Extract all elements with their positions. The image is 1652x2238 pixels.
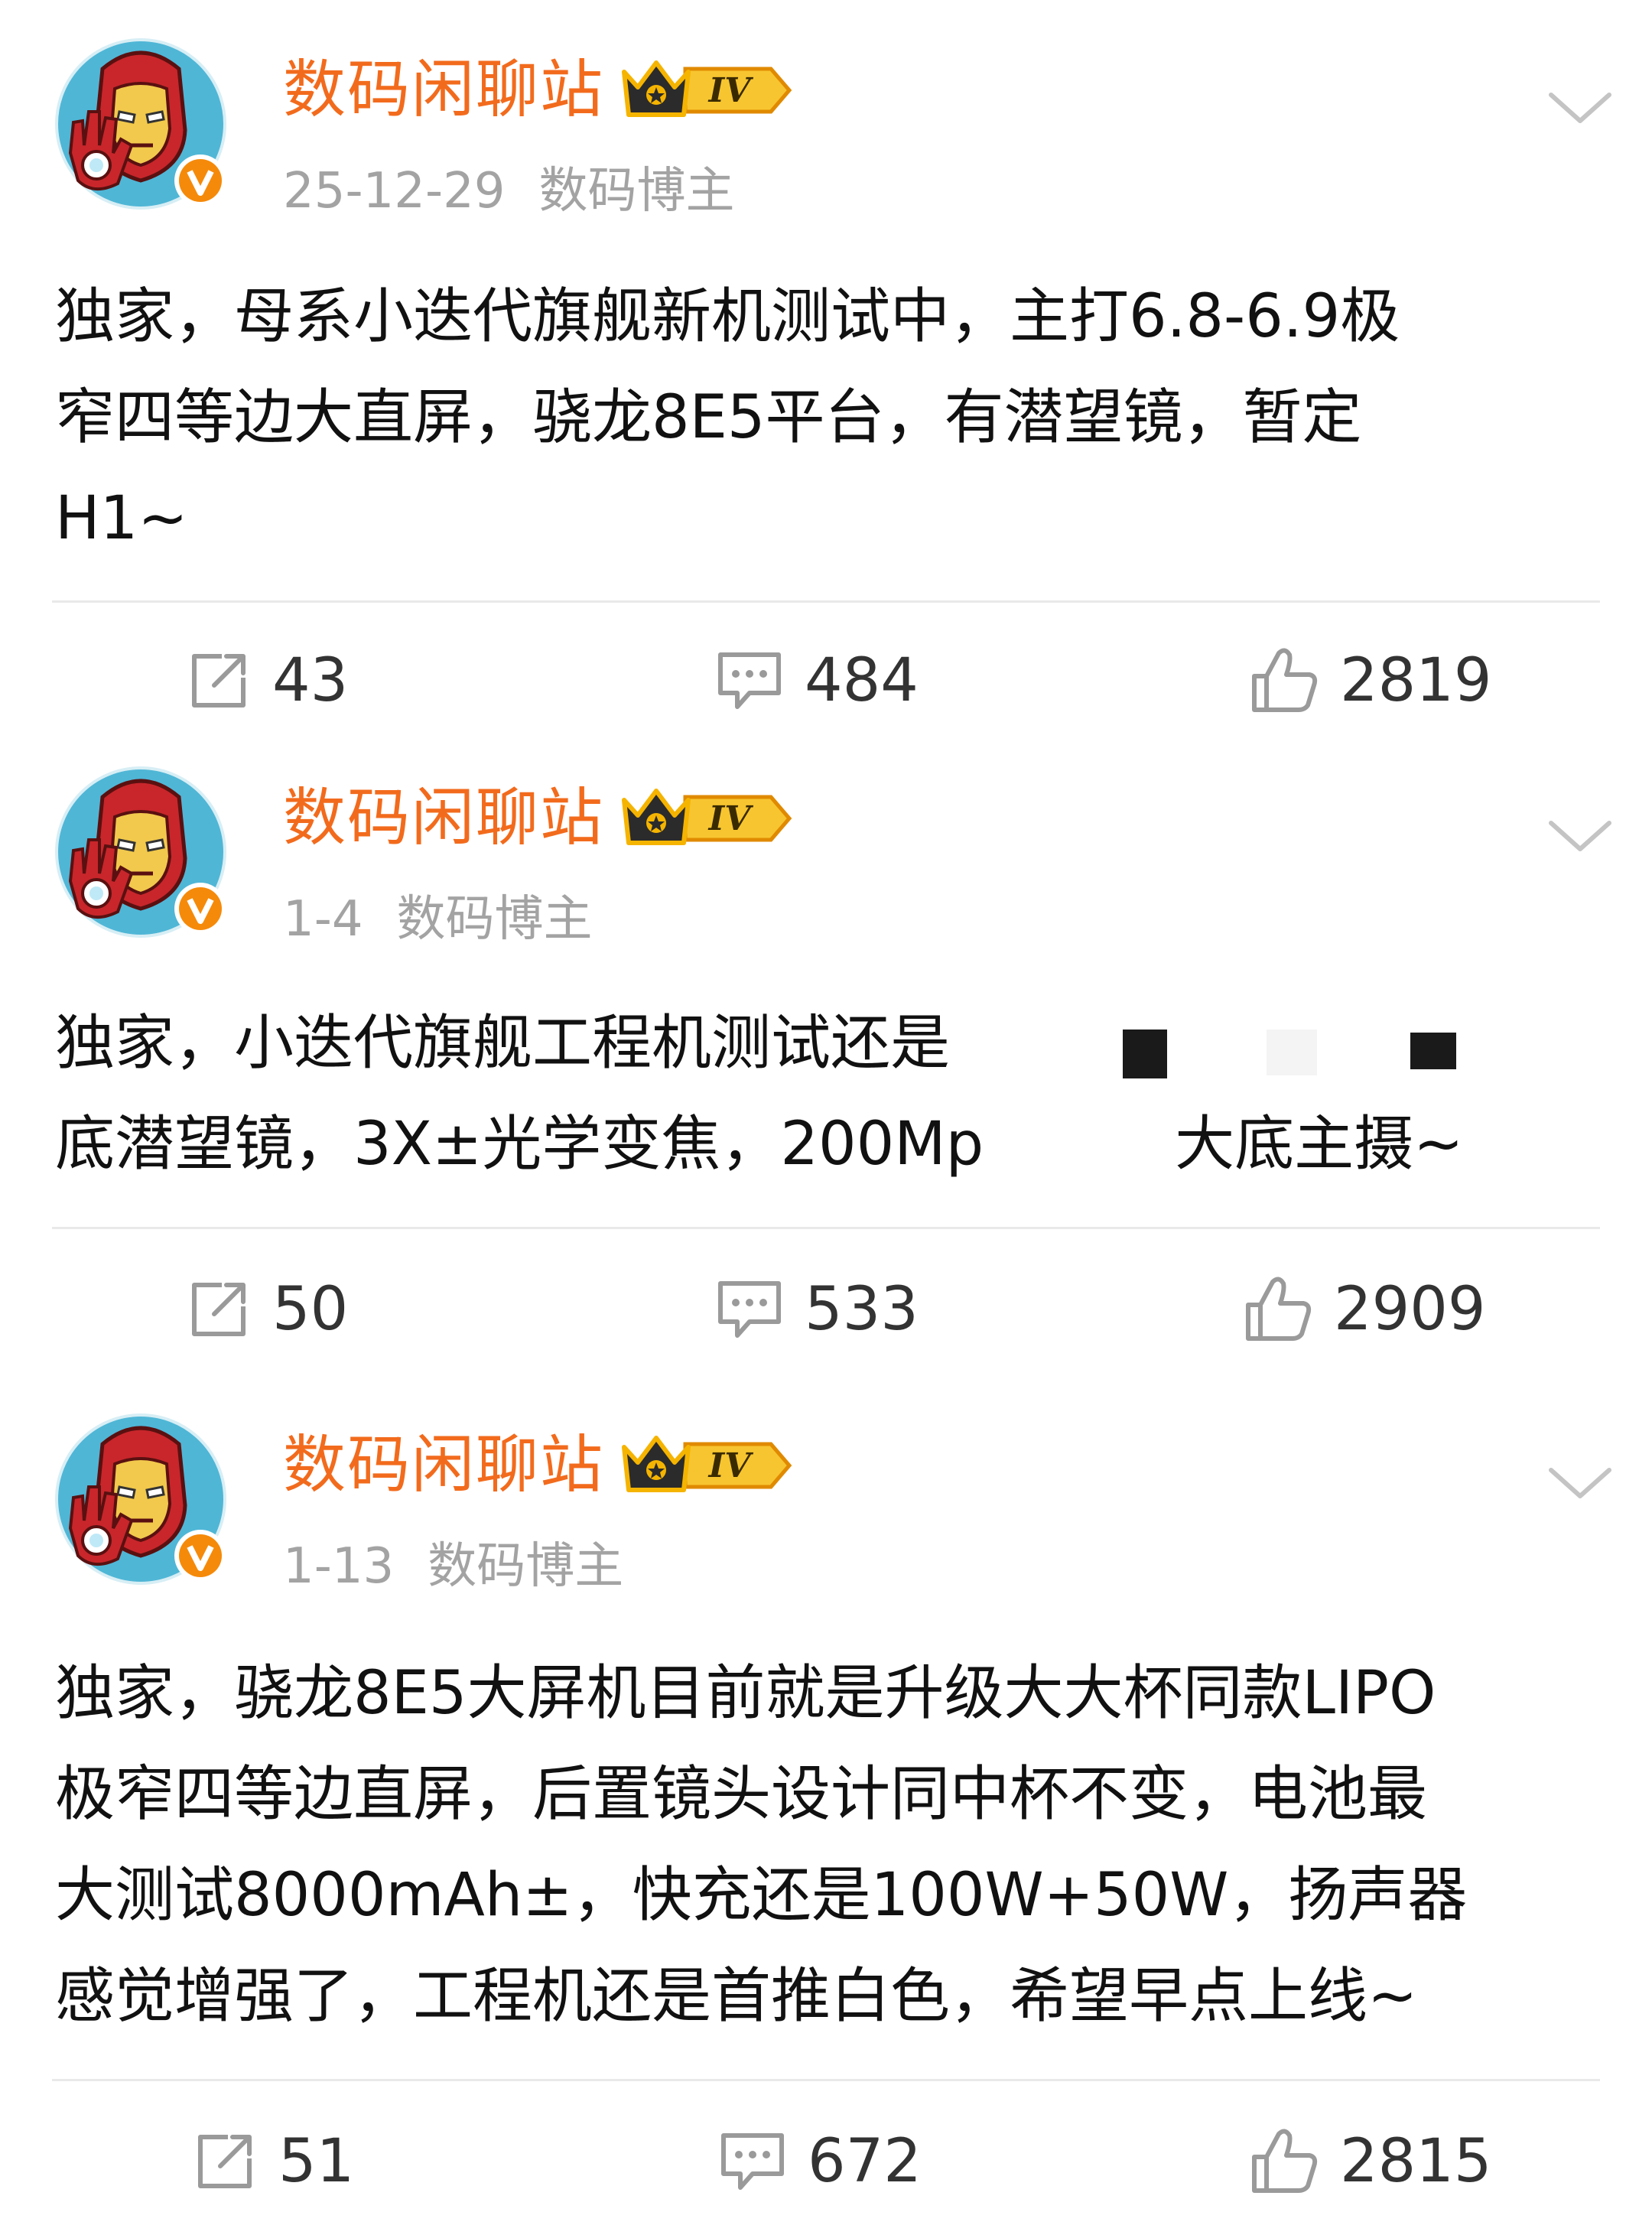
- comment-count: 484: [805, 646, 919, 715]
- iron-man-avatar-icon: [55, 38, 226, 210]
- share-icon: [187, 649, 251, 713]
- post-meta: 1-4 数码博主: [283, 881, 593, 958]
- post-line: 大测试8000mAh±，快充还是100W+50W，扬声器: [55, 1861, 1468, 1930]
- post-content: 独家，母系小迭代旗舰新机测试中，主打6.8-6.9极 窄四等边大直屏，骁龙8E5…: [55, 266, 1608, 569]
- comment-icon: [719, 2129, 786, 2194]
- like-count: 2815: [1340, 2127, 1492, 2196]
- level-iv-badge-icon[interactable]: [621, 782, 795, 855]
- author-role: 数码博主: [396, 891, 593, 948]
- author-role: 数码博主: [538, 163, 735, 220]
- comment-button[interactable]: 672: [719, 2116, 922, 2207]
- post-line: H1~: [55, 484, 188, 553]
- author-name[interactable]: 数码闲聊站: [283, 44, 604, 136]
- action-bar: 50 533 2909: [0, 1264, 1652, 1355]
- like-count: 2819: [1340, 646, 1492, 715]
- repost-count: 51: [278, 2127, 355, 2196]
- redaction-block: [1410, 1033, 1456, 1069]
- post-meta: 25-12-29 数码博主: [283, 153, 735, 229]
- author-role: 数码博主: [428, 1538, 624, 1595]
- redaction-block: [1267, 1030, 1317, 1075]
- author-row: 数码闲聊站: [283, 773, 795, 864]
- like-button[interactable]: 2909: [1242, 1264, 1486, 1355]
- post-line-tail: 大底主摄~: [1175, 1110, 1464, 1179]
- redaction-block: [1123, 1030, 1167, 1078]
- post-meta: 1-13 数码博主: [283, 1528, 623, 1605]
- author-name[interactable]: 数码闲聊站: [283, 1420, 604, 1511]
- post-content: 独家，小迭代旗舰工程机测试还是 底潜望镜，3X±光学变焦，200Mp 大底主摄~: [55, 993, 1608, 1195]
- repost-count: 50: [272, 1275, 349, 1344]
- post-date: 25-12-29: [283, 163, 506, 220]
- avatar[interactable]: [55, 1413, 226, 1585]
- author-name[interactable]: 数码闲聊站: [283, 773, 604, 864]
- chevron-down-icon[interactable]: [1546, 812, 1614, 858]
- repost-button[interactable]: 43: [187, 635, 348, 727]
- post-line: 独家，骁龙8E5大屏机目前就是升级大大杯同款LIPO: [55, 1659, 1436, 1728]
- divider: [52, 600, 1600, 603]
- repost-count: 43: [272, 646, 349, 715]
- like-count: 2909: [1334, 1275, 1486, 1344]
- repost-button[interactable]: 50: [187, 1264, 348, 1355]
- post-date: 1-13: [283, 1538, 395, 1595]
- repost-button[interactable]: 51: [193, 2116, 354, 2207]
- like-button[interactable]: 2819: [1248, 635, 1492, 727]
- post-line: 独家，小迭代旗舰工程机测试还是: [55, 1009, 951, 1078]
- iron-man-avatar-icon: [55, 1413, 226, 1585]
- comment-icon: [716, 1277, 783, 1342]
- post-line: 极窄四等边直屏，后置镜头设计同中杯不变，电池最: [55, 1760, 1428, 1829]
- action-bar: 43 484 2819: [0, 635, 1652, 727]
- avatar[interactable]: [55, 766, 226, 938]
- post-line: 独家，母系小迭代旗舰新机测试中，主打6.8-6.9极: [55, 282, 1400, 351]
- post-line: 窄四等边大直屏，骁龙8E5平台，有潜望镜，暂定: [55, 383, 1362, 452]
- post-line: 感觉增强了，工程机还是首推白色，希望早点上线~: [55, 1962, 1418, 2031]
- post-line-text: 底潜望镜，3X±光学变焦，200Mp: [55, 1110, 984, 1179]
- share-icon: [193, 2129, 257, 2194]
- like-icon: [1242, 1274, 1312, 1345]
- divider: [52, 1227, 1600, 1229]
- author-row: 数码闲聊站: [283, 1420, 795, 1511]
- like-icon: [1248, 2126, 1319, 2197]
- level-iv-badge-icon[interactable]: [621, 1429, 795, 1502]
- author-row: 数码闲聊站: [283, 44, 795, 136]
- comment-count: 672: [808, 2127, 922, 2196]
- action-bar: 51 672 2815: [0, 2116, 1652, 2207]
- like-icon: [1248, 646, 1319, 716]
- comment-icon: [716, 649, 783, 713]
- post-content: 独家，骁龙8E5大屏机目前就是升级大大杯同款LIPO 极窄四等边直屏，后置镜头设…: [55, 1643, 1608, 2047]
- iron-man-avatar-icon: [55, 766, 226, 938]
- like-button[interactable]: 2815: [1248, 2116, 1492, 2207]
- post-date: 1-4: [283, 891, 363, 948]
- post-line: 底潜望镜，3X±光学变焦，200Mp 大底主摄~: [55, 1094, 1608, 1195]
- divider: [52, 2079, 1600, 2081]
- chevron-down-icon[interactable]: [1546, 1459, 1614, 1505]
- share-icon: [187, 1277, 251, 1342]
- avatar[interactable]: [55, 38, 226, 210]
- comment-button[interactable]: 533: [716, 1264, 919, 1355]
- level-iv-badge-icon[interactable]: [621, 54, 795, 127]
- comment-count: 533: [805, 1275, 919, 1344]
- comment-button[interactable]: 484: [716, 635, 919, 727]
- chevron-down-icon[interactable]: [1546, 84, 1614, 130]
